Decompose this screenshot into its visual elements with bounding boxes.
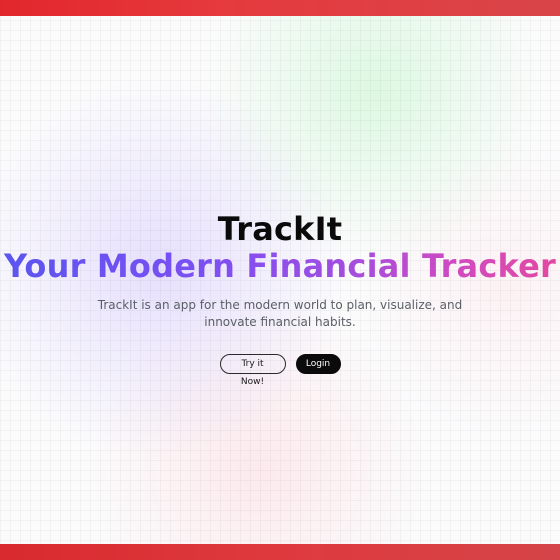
login-button[interactable]: Login [295,354,341,374]
top-accent-bar [0,0,560,16]
hero-description: TrackIt is an app for the modern world t… [97,298,463,329]
bottom-accent-bar [0,544,560,560]
hero-actions: Try it Now! Login [0,354,560,387]
brand-title: TrackIt [217,210,343,248]
hero-section: TrackIt Your Modern Financial Tracker Tr… [0,210,560,387]
hero-tagline: Your Modern Financial Tracker [0,247,560,285]
try-it-now-button[interactable]: Try it Now! [219,354,286,387]
